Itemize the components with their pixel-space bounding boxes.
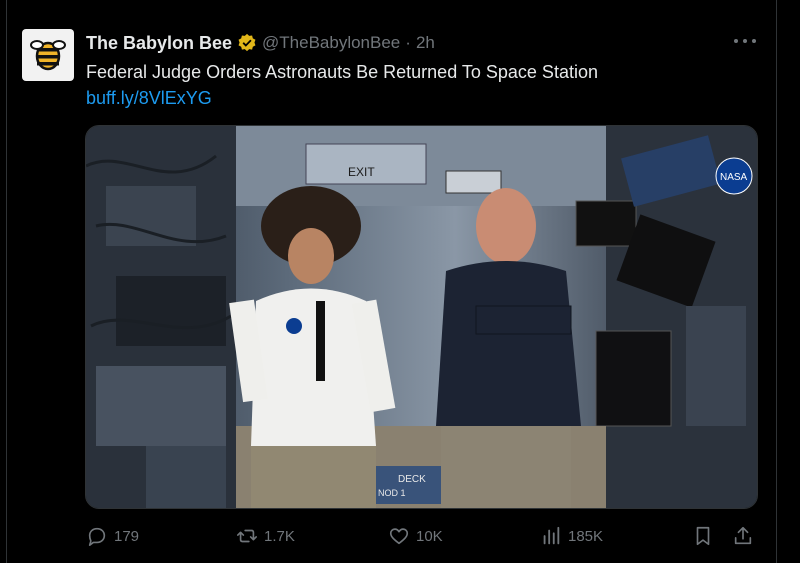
handle[interactable]: @TheBabylonBee [262,33,400,53]
repost-count: 1.7K [264,527,295,545]
views-button[interactable]: 185K [540,522,603,550]
deck-sign: DECK [398,474,426,485]
like-count: 10K [416,527,443,545]
bookmark-button[interactable] [692,522,714,550]
tweet-text: Federal Judge Orders Astronauts Be Retur… [86,62,598,82]
reply-icon [88,527,106,546]
tweet-media[interactable]: EXIT NASA DECK NOD 1 [85,125,758,509]
tweet-header: The Babylon Bee @TheBabylonBee · 2h [86,31,435,55]
verified-badge-icon [238,33,256,52]
space-station-photo: EXIT NASA DECK NOD 1 [86,126,757,508]
like-button[interactable]: 10K [388,522,443,550]
separator-dot: · [405,33,411,52]
views-icon [543,526,560,545]
action-bar: 179 1.7K 10K 185K [86,522,756,550]
display-name[interactable]: The Babylon Bee [86,33,232,54]
nasa-mark: NASA [720,172,748,183]
timeline-left-border [6,0,7,563]
babylon-bee-logo-icon [30,40,66,71]
timeline-right-border [776,0,777,563]
tweet-link[interactable]: buff.ly/8VlExYG [86,86,212,110]
repost-icon [237,529,257,543]
more-icon[interactable] [734,34,756,48]
reply-count: 179 [114,527,140,545]
timestamp[interactable]: 2h [416,33,435,53]
share-button[interactable] [732,522,754,550]
avatar[interactable] [22,29,74,81]
reply-button[interactable]: 179 [86,522,139,550]
like-icon [389,528,409,545]
repost-button[interactable]: 1.7K [236,522,295,550]
bookmark-icon [696,526,710,546]
share-icon [734,526,752,545]
views-count: 185K [568,527,604,545]
node-sign: NOD 1 [378,488,406,498]
exit-sign: EXIT [348,165,375,179]
